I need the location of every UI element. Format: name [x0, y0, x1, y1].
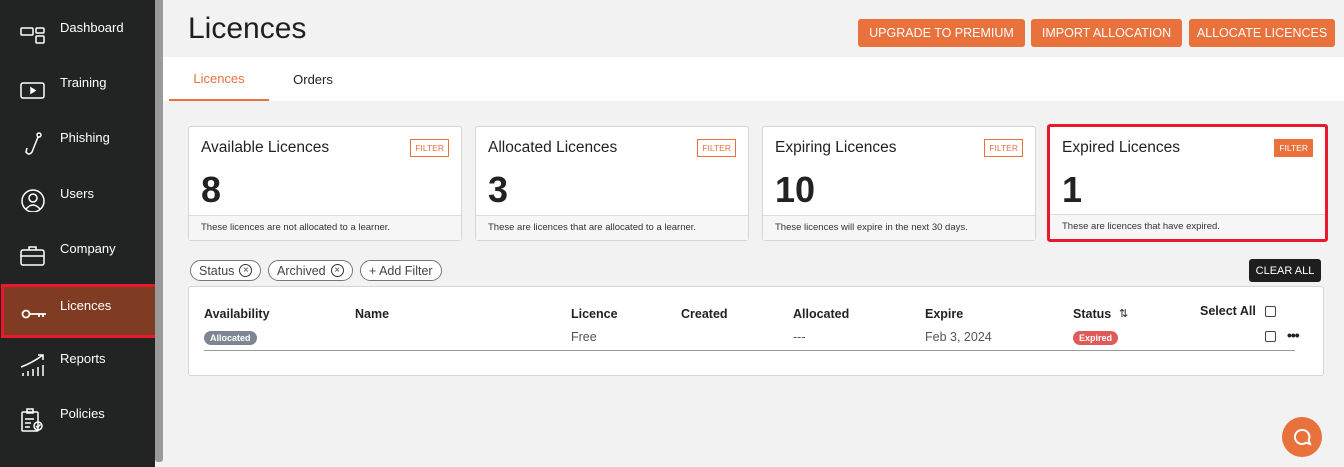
sidebar-item-label: Dashboard — [60, 20, 124, 35]
sidebar-item-licences[interactable]: Licences — [1, 284, 158, 338]
status-badge: Expired — [1073, 331, 1119, 345]
upgrade-to-premium-button[interactable]: UPGRADE TO PREMIUM — [858, 19, 1025, 47]
filter-pill-archived[interactable]: Archived × — [268, 260, 353, 281]
chat-icon — [1293, 428, 1312, 446]
page-title: Licences — [188, 12, 307, 45]
card-count: 10 — [775, 169, 816, 210]
card-description: These licences will expire in the next 3… — [763, 215, 1035, 240]
row-checkbox[interactable] — [1265, 331, 1276, 342]
sidebar-scrollbar[interactable] — [155, 0, 163, 462]
cell-allocated: --- — [793, 330, 806, 344]
play-icon — [20, 82, 45, 99]
briefcase-icon — [20, 246, 45, 266]
dashboard-icon — [20, 27, 45, 44]
card-description: These are licences that have expired. — [1050, 214, 1325, 239]
card-description: These licences are not allocated to a le… — [189, 215, 461, 240]
clear-all-button[interactable]: CLEAR ALL — [1249, 259, 1321, 282]
allocated-licences-card: Allocated Licences FILTER 3 These are li… — [475, 126, 749, 241]
hook-icon — [25, 132, 42, 155]
sidebar-item-dashboard[interactable]: Dashboard — [0, 8, 155, 58]
sidebar: Dashboard Training Phishing Users Compan… — [0, 0, 158, 467]
select-all-label: Select All — [1200, 304, 1256, 318]
cell-expire: Feb 3, 2024 — [925, 330, 992, 344]
sidebar-item-reports[interactable]: Reports — [0, 339, 155, 389]
key-icon — [21, 309, 46, 319]
clipboard-icon — [21, 408, 43, 432]
card-title: Expired Licences — [1062, 139, 1181, 156]
column-header-availability[interactable]: Availability — [204, 307, 270, 321]
sidebar-item-label: Policies — [60, 406, 105, 421]
card-title: Allocated Licences — [488, 139, 618, 156]
sidebar-item-label: Training — [60, 75, 107, 90]
tab-bar: Licences Orders — [163, 57, 1344, 101]
remove-icon[interactable]: × — [330, 264, 344, 277]
available-licences-card: Available Licences FILTER 8 These licenc… — [188, 126, 462, 241]
remove-icon[interactable]: × — [239, 264, 253, 277]
chart-icon — [20, 354, 44, 376]
sidebar-item-label: Phishing — [60, 130, 110, 145]
sidebar-item-company[interactable]: Company — [0, 229, 155, 279]
card-title: Available Licences — [201, 139, 330, 156]
card-count: 1 — [1062, 169, 1083, 210]
filter-pill-status[interactable]: Status × — [190, 260, 262, 281]
card-count: 8 — [201, 169, 222, 210]
sidebar-item-users[interactable]: Users — [0, 174, 155, 224]
availability-badge: Allocated — [204, 331, 257, 345]
sort-icon[interactable]: ⇅ — [1119, 307, 1128, 320]
tab-licences[interactable]: Licences — [169, 57, 269, 101]
select-all-checkbox[interactable] — [1265, 306, 1276, 317]
card-description: These are licences that are allocated to… — [476, 215, 748, 240]
expiring-licences-card: Expiring Licences FILTER 10 These licenc… — [762, 126, 1036, 241]
cell-licence: Free — [571, 330, 597, 344]
filter-button[interactable]: FILTER — [1274, 139, 1313, 157]
column-header-status[interactable]: Status — [1073, 307, 1111, 321]
sidebar-item-training[interactable]: Training — [0, 63, 155, 113]
tab-orders[interactable]: Orders — [273, 57, 353, 101]
pill-label: Archived — [277, 263, 326, 278]
licences-table: Availability Name Licence Created Alloca… — [188, 286, 1324, 376]
sidebar-item-policies[interactable]: Policies — [0, 394, 155, 444]
sidebar-item-label: Reports — [60, 351, 106, 366]
import-allocation-button[interactable]: IMPORT ALLOCATION — [1031, 19, 1182, 47]
sidebar-item-label: Licences — [60, 298, 112, 313]
user-icon — [21, 189, 45, 212]
row-divider — [204, 350, 1295, 351]
allocate-licences-button[interactable]: ALLOCATE LICENCES — [1189, 19, 1335, 47]
column-header-created[interactable]: Created — [681, 307, 728, 321]
card-count: 3 — [488, 169, 509, 210]
sidebar-item-phishing[interactable]: Phishing — [0, 118, 155, 168]
column-header-licence[interactable]: Licence — [571, 307, 618, 321]
column-header-name[interactable]: Name — [355, 307, 389, 321]
expired-licences-card: Expired Licences FILTER 1 These are lice… — [1047, 124, 1328, 242]
filter-button[interactable]: FILTER — [697, 139, 736, 157]
filter-button[interactable]: FILTER — [984, 139, 1023, 157]
filter-button[interactable]: FILTER — [410, 139, 449, 157]
add-filter-button[interactable]: + Add Filter — [360, 260, 442, 281]
column-header-allocated[interactable]: Allocated — [793, 307, 849, 321]
sidebar-item-label: Users — [60, 186, 94, 201]
card-title: Expiring Licences — [775, 139, 897, 156]
more-options-icon[interactable]: ••• — [1287, 327, 1300, 343]
pill-label: Status — [199, 263, 235, 278]
column-header-expire[interactable]: Expire — [925, 307, 963, 321]
sidebar-item-label: Company — [60, 241, 116, 256]
chat-button[interactable] — [1282, 417, 1322, 457]
